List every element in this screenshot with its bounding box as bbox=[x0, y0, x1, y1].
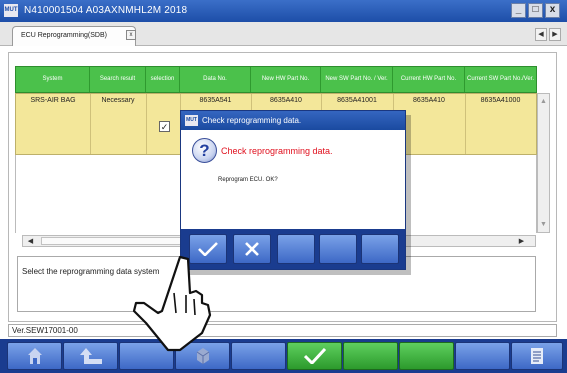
selection-checkbox[interactable]: ✓ bbox=[159, 121, 170, 132]
x-icon bbox=[245, 242, 259, 256]
hand-cursor-icon bbox=[132, 255, 212, 352]
dialog-button-bar bbox=[181, 229, 405, 269]
home-icon bbox=[27, 348, 42, 364]
dialog-cancel-button[interactable] bbox=[233, 234, 271, 264]
ok-button[interactable] bbox=[287, 342, 342, 370]
title-bar: MUT N410001504 A03AXNMHL2M 2018 _ □ x bbox=[0, 0, 567, 22]
cell-data-no: 8635A541 bbox=[199, 97, 232, 104]
dialog-title-bar: MUT Check reprogramming data. bbox=[181, 111, 405, 130]
confirm-dialog: MUT Check reprogramming data. ? Check re… bbox=[180, 110, 406, 270]
app-icon: MUT bbox=[4, 4, 18, 17]
scroll-left-arrow-icon[interactable]: ◀ bbox=[25, 236, 36, 247]
toolbar-green-button[interactable] bbox=[399, 342, 454, 370]
cell-new-hw: 8635A410 bbox=[270, 97, 302, 104]
back-button[interactable] bbox=[63, 342, 118, 370]
col-header-new-sw: New SW Part No. / Ver. bbox=[321, 67, 393, 92]
dialog-empty-button[interactable] bbox=[361, 234, 399, 264]
home-button[interactable] bbox=[7, 342, 62, 370]
col-header-current-sw: Current SW Part No./Ver. bbox=[466, 76, 535, 82]
checkmark-icon bbox=[303, 348, 326, 364]
toolbar-green-button[interactable] bbox=[343, 342, 398, 370]
tab-prev-button[interactable]: ◀ bbox=[535, 28, 547, 41]
col-header-new-hw: New HW Part No. bbox=[251, 67, 321, 92]
tab-ecu-reprogramming[interactable]: ECU Reprogramming(SDB) x bbox=[12, 26, 136, 46]
cell-new-sw: 8635A41001 bbox=[337, 97, 377, 104]
vertical-scrollbar[interactable]: ▲ ▼ bbox=[537, 93, 550, 233]
maximize-button[interactable]: □ bbox=[528, 3, 543, 18]
dialog-title: Check reprogramming data. bbox=[202, 116, 302, 125]
col-header-search-result: Search result bbox=[90, 67, 146, 92]
tab-next-button[interactable]: ▶ bbox=[549, 28, 561, 41]
dialog-empty-button[interactable] bbox=[277, 234, 315, 264]
close-window-button[interactable]: x bbox=[545, 3, 560, 18]
col-header-current-hw: Current HW Part No. bbox=[393, 67, 465, 92]
dialog-heading: Check reprogramming data. bbox=[221, 146, 333, 156]
dialog-empty-button[interactable] bbox=[319, 234, 357, 264]
cell-divider bbox=[146, 94, 147, 154]
minimize-button[interactable]: _ bbox=[511, 3, 526, 18]
toolbar-empty-button[interactable] bbox=[231, 342, 286, 370]
bottom-toolbar bbox=[0, 339, 567, 373]
tab-close-button[interactable]: x bbox=[126, 30, 136, 40]
back-arrow-icon bbox=[79, 348, 102, 364]
cell-search-result: Necessary bbox=[101, 97, 135, 104]
cell-current-hw: 8635A410 bbox=[413, 97, 445, 104]
col-header-data-no: Data No. bbox=[180, 67, 251, 92]
version-status: Ver.SEW17001-00 bbox=[8, 324, 557, 337]
tab-strip: ECU Reprogramming(SDB) x ◀ ▶ bbox=[0, 22, 567, 46]
toolbar-empty-button[interactable] bbox=[455, 342, 510, 370]
dialog-app-icon: MUT bbox=[185, 115, 198, 126]
report-icon bbox=[531, 348, 543, 364]
cell-current-sw: 8635A41000 bbox=[480, 97, 521, 104]
col-header-system: System bbox=[16, 67, 90, 92]
cell-system: SRS-AIR BAG bbox=[30, 97, 76, 104]
window-title: N410001504 A03AXNMHL2M 2018 bbox=[24, 5, 188, 16]
tab-label: ECU Reprogramming(SDB) bbox=[21, 32, 107, 39]
scroll-down-arrow-icon[interactable]: ▼ bbox=[538, 219, 549, 230]
dialog-message: Reprogram ECU. OK? bbox=[218, 177, 278, 183]
scroll-up-arrow-icon[interactable]: ▲ bbox=[538, 96, 549, 107]
scroll-right-arrow-icon[interactable]: ▶ bbox=[516, 236, 527, 247]
report-button[interactable] bbox=[511, 342, 563, 370]
scrollbar-thumb[interactable] bbox=[41, 237, 191, 245]
question-icon: ? bbox=[192, 138, 217, 163]
table-header: System Search result selection Data No. … bbox=[15, 66, 537, 93]
col-header-selection: selection bbox=[146, 67, 180, 92]
